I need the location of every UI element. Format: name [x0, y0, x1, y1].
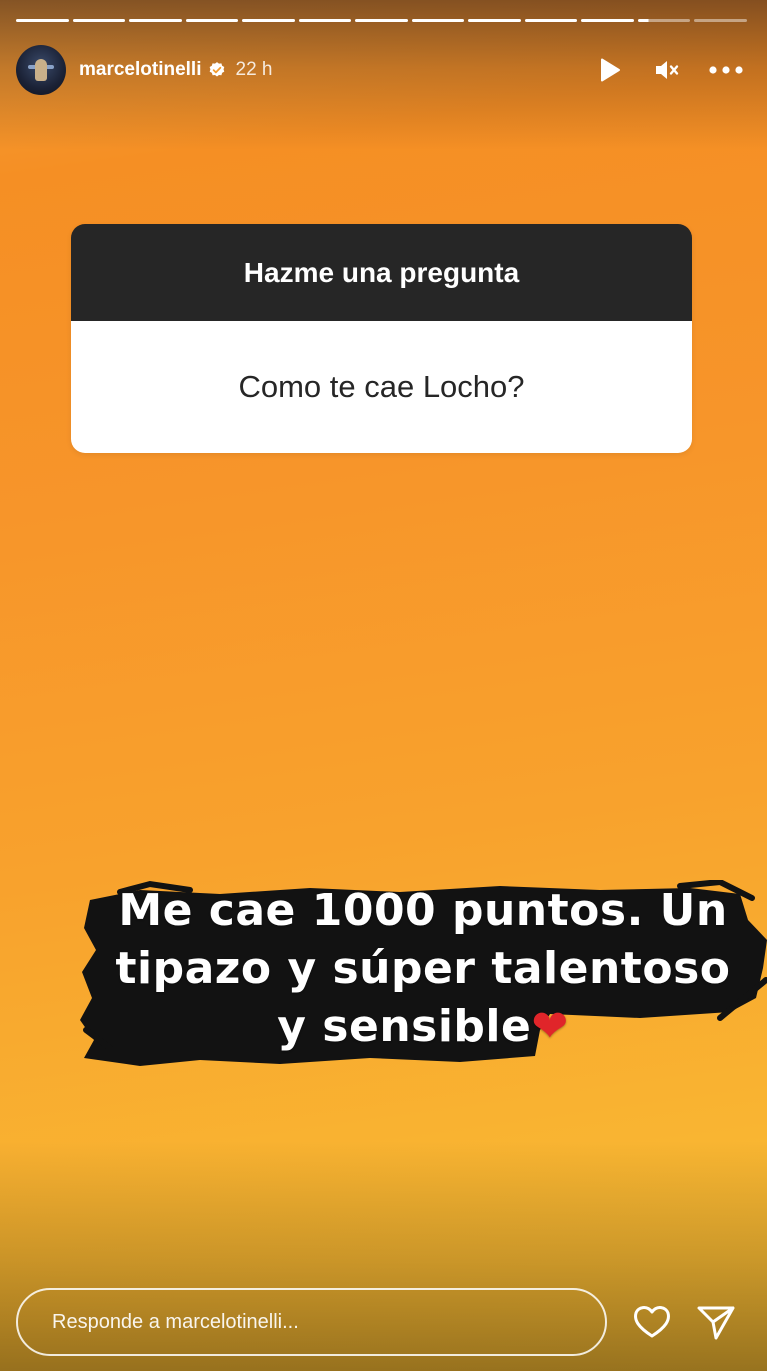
send-icon[interactable]: [694, 1300, 738, 1344]
reply-bar[interactable]: [16, 1288, 607, 1356]
progress-segment: [72, 19, 126, 22]
progress-segment: [16, 19, 69, 22]
answer-text: Me cae 1000 puntos. Un tipazo y súper ta…: [115, 885, 731, 1052]
reply-input[interactable]: [50, 1309, 605, 1335]
progress-segment: [468, 19, 521, 22]
progress-segment: [411, 19, 465, 22]
progress-segment: [185, 19, 239, 22]
red-heart-emoji: ❤: [531, 1001, 569, 1052]
mute-icon[interactable]: [651, 53, 685, 87]
answer-caption: Me cae 1000 puntos. Un tipazo y súper ta…: [80, 880, 767, 1080]
progress-segment: [129, 19, 182, 22]
play-icon[interactable]: [593, 53, 627, 87]
story-progress-bar: [16, 19, 747, 22]
avatar-figure: [35, 59, 47, 81]
username[interactable]: marcelotinelli: [79, 59, 202, 81]
verified-badge-icon: [208, 61, 226, 79]
progress-segment: [355, 19, 408, 22]
header-actions: [593, 53, 743, 87]
progress-segment: [581, 19, 634, 22]
more-options-icon[interactable]: [709, 53, 743, 87]
progress-segment: [242, 19, 295, 22]
avatar[interactable]: [16, 45, 66, 95]
heart-icon[interactable]: [630, 1300, 674, 1344]
question-sticker[interactable]: Hazme una pregunta Como te cae Locho?: [71, 224, 692, 453]
question-sticker-title: Hazme una pregunta: [71, 224, 692, 321]
progress-segment: [524, 19, 578, 22]
progress-segment: [694, 19, 747, 22]
progress-segment: [637, 19, 691, 22]
progress-segment: [298, 19, 352, 22]
story-header: marcelotinelli 22 h: [16, 44, 743, 96]
story-viewer[interactable]: marcelotinelli 22 h Hazme una pregunta C…: [0, 0, 767, 1371]
question-sticker-question: Como te cae Locho?: [71, 321, 692, 453]
post-time: 22 h: [235, 59, 273, 80]
